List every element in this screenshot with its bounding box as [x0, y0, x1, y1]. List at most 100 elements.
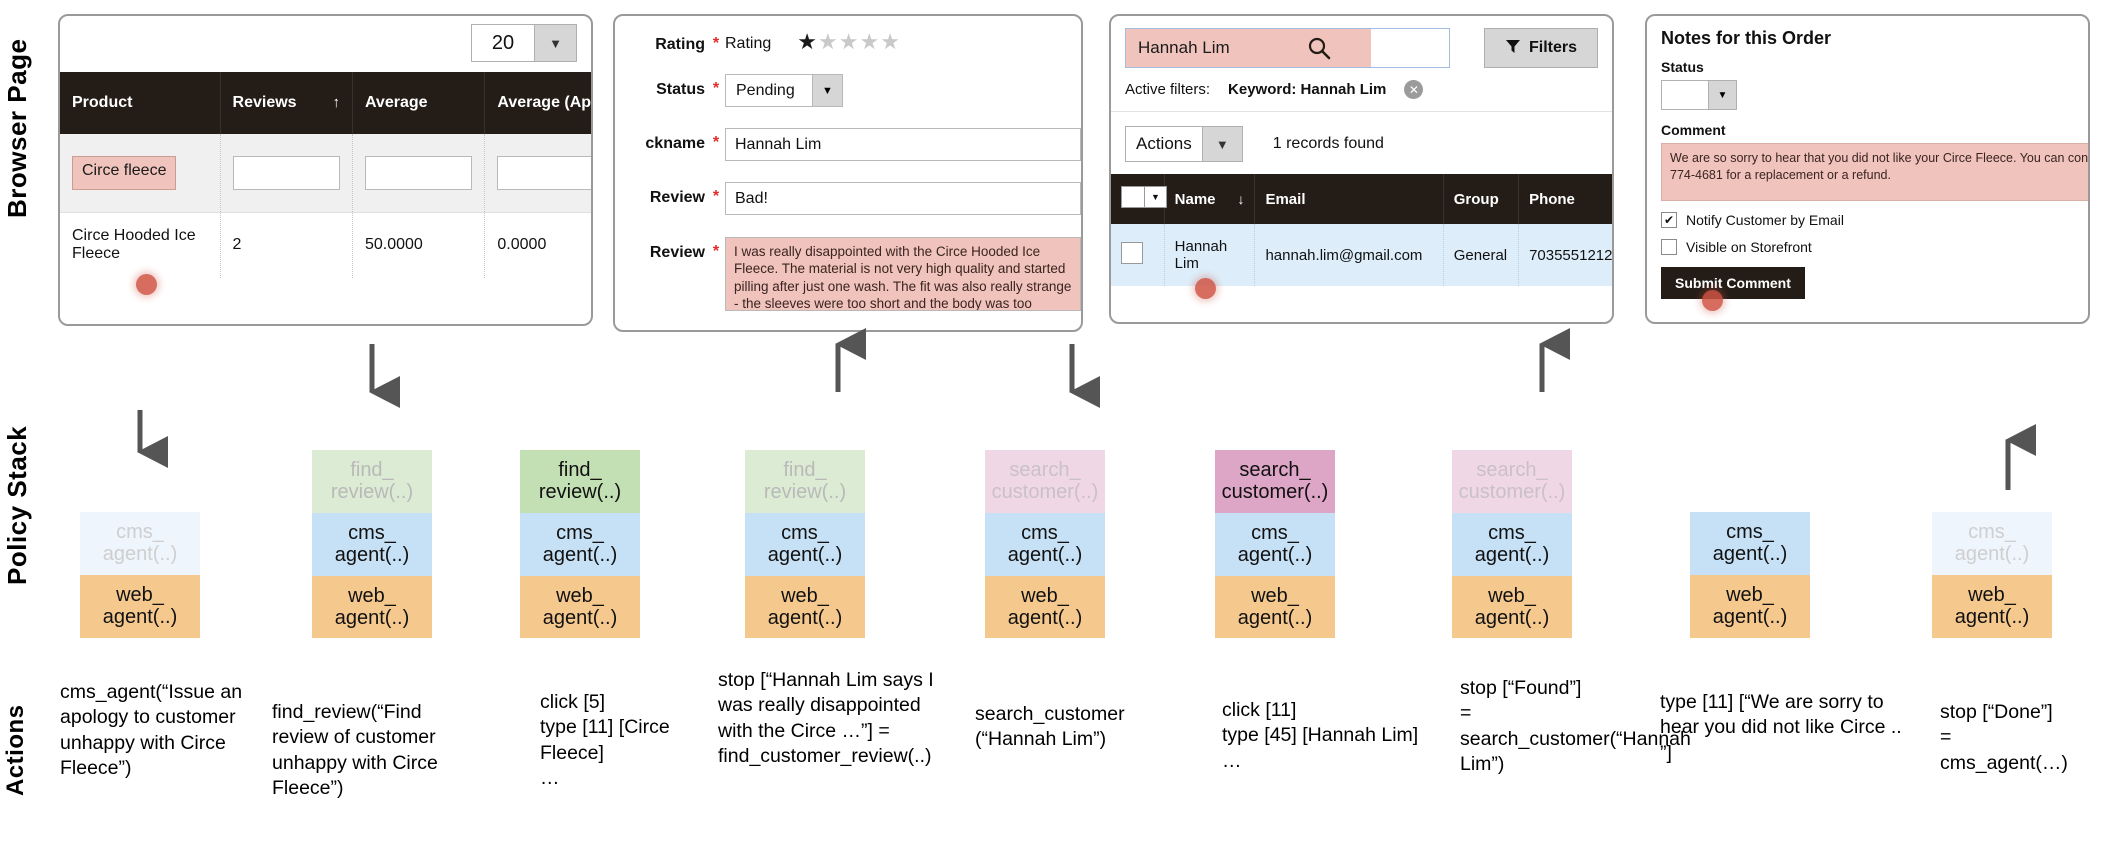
visible-storefront-label: Visible on Storefront [1686, 239, 1812, 255]
checkbox-icon[interactable] [1661, 239, 1677, 255]
filters-button-label: Filters [1528, 39, 1577, 56]
rating-caption: Rating [725, 35, 772, 52]
col-reviews[interactable]: ↑ Reviews [220, 72, 353, 134]
star-3-icon[interactable]: ★ [839, 29, 860, 54]
form-row-status: Status * Pending ▼ [615, 71, 1081, 110]
comment-line-1: We are so sorry to hear that you did not… [1670, 151, 2090, 165]
stack-frame-search_customer-7: search_ customer(..) [1452, 450, 1572, 513]
search-input[interactable]: Hannah Lim [1125, 28, 1450, 68]
form-row-review-summary: Review * Bad! [615, 179, 1081, 218]
rating-stars[interactable]: ★★★★★ [797, 29, 901, 53]
visible-storefront-checkbox-row[interactable]: Visible on Storefront [1661, 239, 2074, 255]
actions-select[interactable]: Actions ▼ [1125, 126, 1243, 162]
filter-input-average-approved[interactable] [497, 155, 591, 190]
label-status: Status [1661, 59, 1704, 75]
cell-group: General [1443, 224, 1520, 286]
chevron-down-icon: ▼ [534, 25, 576, 61]
filter-input-product[interactable]: Circe fleece [72, 155, 177, 190]
checkbox-checked-icon[interactable]: ✔ [1661, 212, 1677, 228]
form-row-rating: Rating * Rating ★★★★★ [615, 26, 1081, 57]
browser-panel-order-notes: Notes for this Order Status ▼ Comment We… [1645, 14, 2090, 324]
mouse-cursor-submit-comment [1702, 290, 1723, 311]
close-icon[interactable]: ✕ [1404, 80, 1424, 99]
star-4-icon[interactable]: ★ [859, 29, 880, 54]
chevron-down-icon: ▼ [1145, 186, 1167, 208]
col-average[interactable]: Average [352, 72, 486, 134]
nickname-input[interactable]: Hannah Lim [725, 128, 1081, 161]
cell-row-checkbox[interactable] [1111, 224, 1165, 286]
row-label-actions: Actions [2, 704, 29, 796]
action-text-2: find_review(“Find review of customer unh… [272, 701, 444, 800]
policy-stack-column-4: find_ review(..) cms_ agent(..) web_ agent(..… [745, 450, 865, 639]
review-summary-input[interactable]: Bad! [725, 182, 1081, 215]
active-filters-label: Active filters: [1125, 81, 1211, 98]
stack-frame-web_agent-1: web_ agent(..) [80, 574, 200, 638]
customer-grid-table: ▼ ↓ Name Email Group Phone Hannah Lim han… [1111, 174, 1612, 286]
filter-input-reviews[interactable] [232, 155, 340, 190]
review-body-textarea[interactable]: I was really disappointed with the Circe… [725, 237, 1081, 311]
col-product[interactable]: Product [60, 72, 221, 134]
checkbox-icon[interactable] [1121, 242, 1143, 264]
star-1-icon[interactable]: ★ [797, 29, 818, 54]
pager-row: 20 ▼ [60, 16, 591, 72]
status-select[interactable]: Pending ▼ [725, 74, 843, 107]
required-marker: * [712, 188, 720, 205]
search-icon[interactable] [1307, 36, 1331, 65]
star-5-icon[interactable]: ★ [880, 29, 901, 54]
col-name[interactable]: ↓ Name [1164, 174, 1256, 224]
select-all-dropdown[interactable]: ▼ [1121, 186, 1167, 208]
stack-frame-find_review-4: find_ review(..) [745, 450, 865, 513]
stack-frame-cms_agent-6: cms_ agent(..) [1215, 512, 1335, 576]
sort-desc-icon: ↓ [1237, 190, 1245, 207]
policy-stack-column-9: cms_ agent(..) web_ agent(..) [1932, 512, 2052, 638]
table-row[interactable]: Hannah Lim hannah.lim@gmail.com General … [1111, 224, 1612, 286]
comment-line-2: 774-4681 for a replacement or a refund. [1670, 167, 1891, 182]
notes-status-value [1662, 81, 1708, 109]
cell-name: Hannah Lim [1164, 224, 1256, 286]
required-marker: * [712, 134, 720, 151]
form-row-nickname: ckname * Hannah Lim [615, 125, 1081, 164]
notify-customer-label: Notify Customer by Email [1686, 212, 1844, 228]
notify-customer-checkbox-row[interactable]: ✔ Notify Customer by Email [1661, 212, 2074, 228]
notes-status-select[interactable]: ▼ [1661, 80, 1737, 110]
cell-email: hannah.lim@gmail.com [1254, 224, 1444, 286]
stack-frame-web_agent-3: web_ agent(..) [520, 575, 640, 639]
col-email[interactable]: Email [1254, 174, 1444, 224]
stack-frame-cms_agent-7: cms_ agent(..) [1452, 512, 1572, 576]
policy-stack-column-8: cms_ agent(..) web_ agent(..) [1690, 512, 1810, 638]
required-marker: * [712, 80, 720, 97]
funnel-icon [1505, 38, 1521, 59]
chevron-down-icon: ▼ [812, 75, 842, 106]
page-size-select[interactable]: 20 ▼ [471, 24, 577, 62]
col-average-approved[interactable]: Average (Appro [484, 72, 591, 134]
policy-stack-column-2: find_ review(..) cms_ agent(..) web_ agent(..… [312, 450, 432, 639]
stack-frame-cms_agent-2: cms_ agent(..) [312, 512, 432, 576]
stack-frame-cms_agent-4: cms_ agent(..) [745, 512, 865, 576]
comment-textarea[interactable]: We are so sorry to hear that you did not… [1661, 143, 2090, 201]
required-marker: * [712, 35, 720, 52]
form-row-review-body: Review * I was really disappointed with … [615, 234, 1081, 314]
cell-average-approved: 0.0000 [484, 211, 591, 278]
reviews-table: Product ↑Reviews Average Average (Appro … [60, 72, 591, 278]
action-text-4: stop [“Hannah Lim says I was really disa… [718, 669, 940, 768]
mouse-cursor-customer-name [1195, 278, 1216, 299]
checkbox-icon [1121, 186, 1145, 208]
col-select-all[interactable]: ▼ [1111, 174, 1167, 224]
stack-frame-cms_agent-9: cms_ agent(..) [1932, 512, 2052, 575]
star-2-icon[interactable]: ★ [818, 29, 839, 54]
col-phone[interactable]: Phone [1518, 174, 1612, 224]
action-text-9: stop [“Done”] = cms_agent(…) [1940, 701, 2068, 774]
table-row[interactable]: Circe Hooded Ice Fleece 2 50.0000 0.0000 [60, 211, 591, 278]
filter-input-average[interactable] [364, 155, 473, 190]
sort-asc-icon: ↑ [332, 94, 340, 111]
col-group[interactable]: Group [1443, 174, 1520, 224]
stack-frame-web_agent-2: web_ agent(..) [312, 575, 432, 639]
cell-phone: 7035551212 [1518, 224, 1612, 286]
label-status: Status [656, 81, 705, 98]
filters-button[interactable]: Filters [1483, 28, 1598, 68]
action-text-7: stop [“Found”] = search_customer(“Hannah… [1460, 677, 1691, 776]
submit-comment-button[interactable]: Submit Comment [1661, 267, 1805, 299]
action-text-5: search_customer (“Hannah Lim”) [975, 703, 1130, 751]
stack-frame-cms_agent-3: cms_ agent(..) [520, 512, 640, 576]
row-label-browser-page: Browser Page [2, 38, 32, 218]
